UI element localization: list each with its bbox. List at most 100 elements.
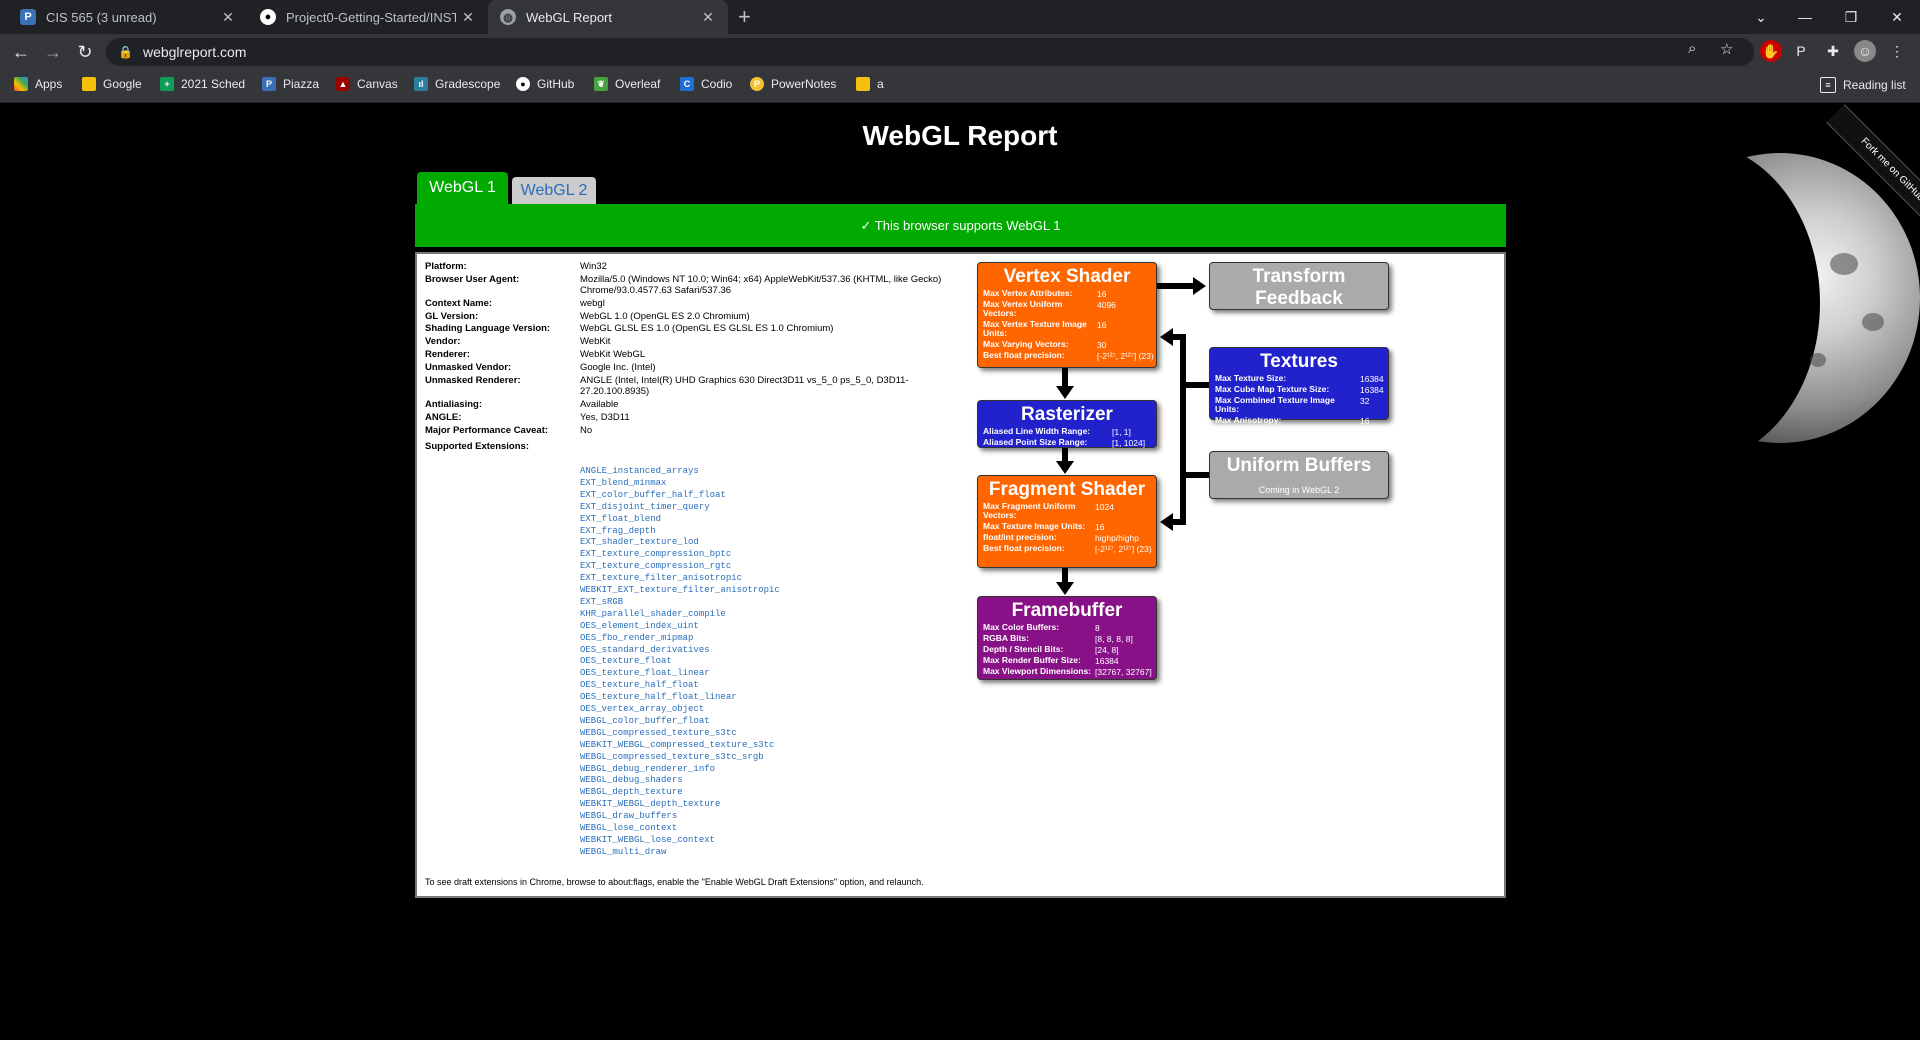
close-icon[interactable]: ✕ [216,9,240,26]
close-icon[interactable]: ✕ [456,9,480,26]
extension-link[interactable]: EXT_shader_texture_lod [580,537,699,547]
github-icon: ● [260,9,276,25]
back-icon[interactable]: ← [6,34,36,70]
bookmark-overleaf[interactable]: ❦ Overleaf [594,77,660,91]
arrow-shaft [1186,472,1209,478]
sheets-icon: + [160,77,174,91]
metric-value: [1, 1024] [1112,438,1146,448]
extension-link[interactable]: WEBGL_debug_shaders [580,775,683,785]
bookmark-google[interactable]: Google [82,77,142,91]
extension-link[interactable]: OES_standard_derivatives [580,645,710,655]
bookmark-star-icon[interactable]: ☆ [1720,40,1733,58]
bookmark-label: Apps [35,77,63,91]
bookmarks-bar: Apps Google +2021 Sched P Piazza ▲ Canvas … [0,70,1920,103]
tab-strip: P CIS 565 (3 unread) ✕ ● Project0-Gettin… [0,0,1920,34]
extension-link[interactable]: EXT_disjoint_timer_query [580,502,710,512]
extension-link[interactable]: EXT_texture_compression_bptc [580,549,731,559]
extension-p-icon[interactable]: P [1790,40,1812,62]
bookmark-apps[interactable]: Apps [14,77,62,91]
metric-value: 16 [1097,320,1107,330]
tab-title: CIS 565 (3 unread) [46,9,157,25]
folder-icon [82,77,96,91]
canvas-icon: ▲ [336,77,350,91]
tab-search-icon[interactable]: ⌄ [1738,0,1784,34]
extension-link[interactable]: OES_fbo_render_mipmap [580,633,693,643]
moon-crater [1810,353,1826,367]
bookmark-github[interactable]: ● GitHub [516,77,574,91]
extension-link[interactable]: OES_texture_float [580,656,672,666]
avatar[interactable]: ☺ [1854,40,1876,62]
tab-webgl-report[interactable]: ◍ WebGL Report ✕ [488,0,728,34]
info-value: No [580,425,593,436]
extension-link[interactable]: WEBKIT_WEBGL_compressed_texture_s3tc [580,740,774,750]
new-tab-button[interactable]: + [738,5,751,29]
extension-link[interactable]: WEBKIT_EXT_texture_filter_anisotropic [580,585,780,595]
extension-link[interactable]: WEBKIT_WEBGL_depth_texture [580,799,720,809]
moon-crater [1862,313,1884,331]
extension-link[interactable]: OES_vertex_array_object [580,704,704,714]
textures-box: Textures Max Texture Size: 16384 Max Cube … [1209,347,1389,426]
extension-link[interactable]: WEBGL_multi_draw [580,847,666,857]
minimize-icon[interactable]: — [1782,0,1828,34]
bookmark-label: 2021 Sched [181,77,246,91]
framebuffer-box: Framebuffer Max Color Buffers: 8 RGBA Bits… [977,596,1157,680]
support-banner: ✓ This browser supports WebGL 1 [415,204,1506,247]
metric-label: Aliased Point Size Range: [983,437,1088,447]
close-window-icon[interactable]: ✕ [1874,0,1920,34]
extension-link[interactable]: EXT_texture_filter_anisotropic [580,573,742,583]
info-key: Unmasked Renderer: [425,375,521,386]
extension-link[interactable]: EXT_color_buffer_half_float [580,490,726,500]
extension-link[interactable]: WEBGL_depth_texture [580,787,683,797]
reading-list-icon: ≡ [1820,77,1836,93]
bookmark-gradescope[interactable]: ıl Gradescope [414,77,500,91]
metric-label: Max Anisotropy: [1215,415,1282,425]
tab-webgl1[interactable]: WebGL 1 [417,172,508,204]
arrow-shaft [1173,519,1186,525]
extension-link[interactable]: WEBGL_lose_context [580,823,677,833]
bookmark-label: Overleaf [615,77,661,91]
folder-icon [856,77,870,91]
metric-value: [1, 1] [1112,427,1131,437]
extension-link[interactable]: WEBGL_draw_buffers [580,811,677,821]
reload-icon[interactable]: ↻ [70,34,100,70]
extension-link[interactable]: WEBGL_color_buffer_float [580,716,710,726]
extension-link[interactable]: EXT_blend_minmax [580,478,666,488]
extension-link[interactable]: WEBGL_compressed_texture_s3tc [580,728,737,738]
extension-link[interactable]: EXT_float_blend [580,514,661,524]
extension-link[interactable]: OES_texture_half_float [580,680,699,690]
restore-icon[interactable]: ❐ [1828,0,1874,34]
extensions-puzzle-icon[interactable]: ✚ [1822,40,1844,62]
bookmark-a[interactable]: a [856,77,884,91]
extension-red-icon[interactable]: ✋ [1760,40,1782,62]
tab-webgl2[interactable]: WebGL 2 [512,177,596,204]
tab-cis565[interactable]: P CIS 565 (3 unread) ✕ [8,0,248,34]
extension-link[interactable]: OES_element_index_uint [580,621,699,631]
bookmark-piazza[interactable]: P Piazza [262,77,319,91]
forward-icon[interactable]: → [38,34,68,70]
extension-link[interactable]: WEBGL_debug_renderer_info [580,764,715,774]
close-icon[interactable]: ✕ [696,9,720,26]
report-panel: Platform: Win32 Browser User Agent: Mozill… [415,252,1506,898]
extension-link[interactable]: EXT_texture_compression_rgtc [580,561,731,571]
bookmark-powernotes[interactable]: P PowerNotes [750,77,836,91]
address-bar[interactable]: 🔒 webglreport.com [106,38,1754,66]
tab-project0[interactable]: ● Project0-Getting-Started/INSTRU ✕ [248,0,488,34]
extension-link[interactable]: OES_texture_float_linear [580,668,710,678]
reading-list[interactable]: ≡ Reading list [1820,77,1906,93]
extension-link[interactable]: OES_texture_half_float_linear [580,692,737,702]
metric-value: 16384 [1360,385,1384,395]
vertex-shader-box: Vertex Shader Max Vertex Attributes: 16 Ma… [977,262,1157,368]
menu-icon[interactable]: ⋮ [1886,40,1908,62]
bookmark-canvas[interactable]: ▲ Canvas [336,77,398,91]
bookmark-2021-sched[interactable]: +2021 Sched [160,77,245,91]
extension-link[interactable]: EXT_sRGB [580,597,623,607]
arrow-shaft [1180,334,1186,525]
zoom-icon[interactable]: ⌕ [1688,40,1696,57]
extension-link[interactable]: KHR_parallel_shader_compile [580,609,726,619]
extension-link[interactable]: WEBGL_compressed_texture_s3tc_srgb [580,752,764,762]
box-title: Rasterizer [1021,404,1113,425]
bookmark-codio[interactable]: C Codio [680,77,732,91]
extension-link[interactable]: WEBKIT_WEBGL_lose_context [580,835,715,845]
extension-link[interactable]: ANGLE_instanced_arrays [580,466,699,476]
extension-link[interactable]: EXT_frag_depth [580,526,656,536]
